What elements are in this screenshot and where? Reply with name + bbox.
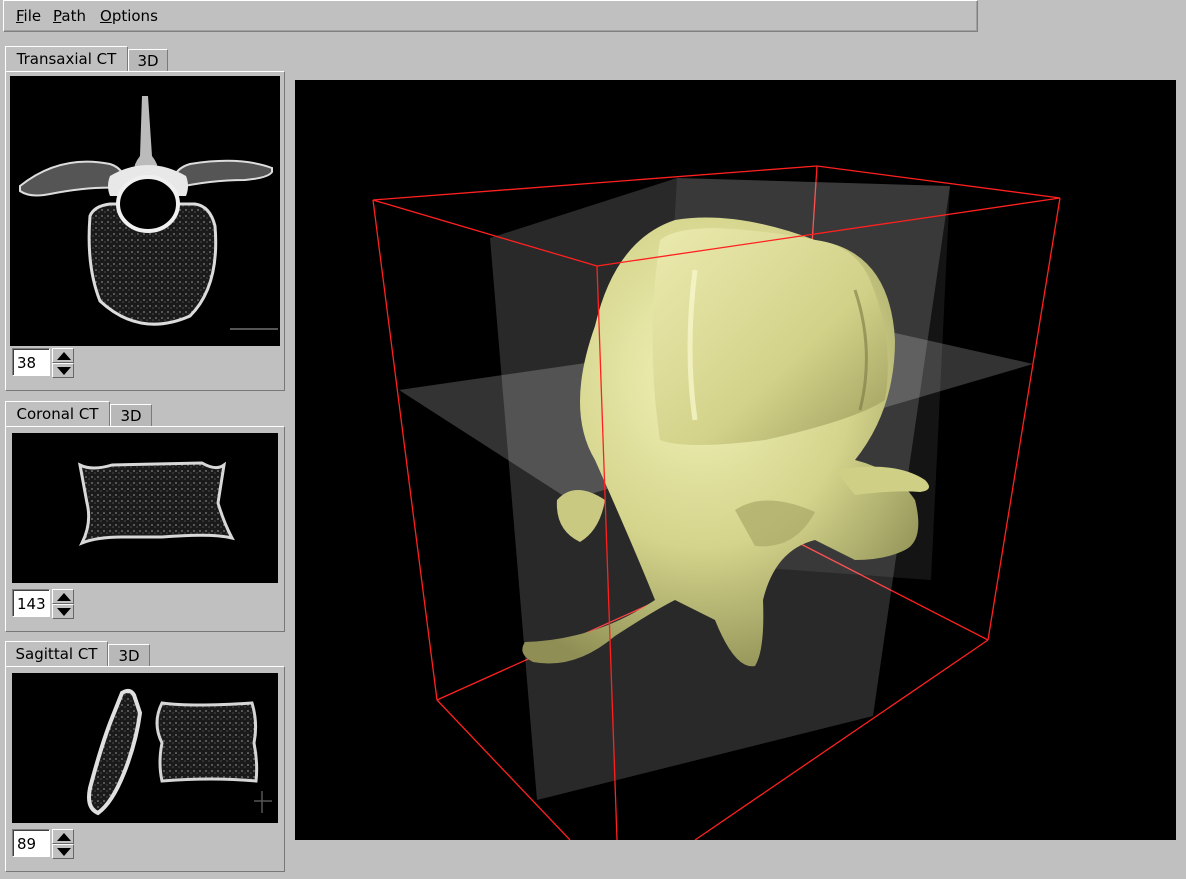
up-arrow-icon: [57, 352, 71, 360]
menu-file[interactable]: File: [16, 7, 41, 25]
sagittal-down-button[interactable]: [52, 844, 74, 859]
menu-path[interactable]: Path: [53, 7, 86, 25]
menu-path-label: ath: [61, 7, 86, 25]
tab-transaxial-3d-label: 3D: [137, 52, 159, 70]
down-arrow-icon: [57, 608, 71, 616]
transaxial-up-button[interactable]: [52, 348, 74, 363]
transaxial-frame: 38: [5, 71, 285, 391]
tab-transaxial-ct-label: Transaxial CT: [16, 50, 117, 68]
transaxial-down-button[interactable]: [52, 363, 74, 378]
tab-sagittal-ct-label: Sagittal CT: [15, 645, 98, 663]
coronal-slice-input[interactable]: 143: [12, 589, 50, 617]
tab-sagittal-3d[interactable]: 3D: [108, 644, 150, 667]
sagittal-spin-buttons: [52, 829, 74, 859]
tab-sagittal-3d-label: 3D: [118, 647, 140, 665]
sagittal-up-button[interactable]: [52, 829, 74, 844]
tab-coronal-3d-label: 3D: [120, 407, 142, 425]
coronal-down-button[interactable]: [52, 604, 74, 619]
coronal-frame: 143: [5, 426, 285, 632]
menu-options[interactable]: Options: [100, 7, 158, 25]
menu-options-label: ptions: [111, 7, 158, 25]
3d-render-view[interactable]: [295, 80, 1176, 840]
coronal-up-button[interactable]: [52, 589, 74, 604]
menu-options-mnemonic: O: [100, 7, 112, 25]
coronal-spin-buttons: [52, 589, 74, 619]
menu-file-mnemonic: F: [16, 7, 24, 25]
down-arrow-icon: [57, 848, 71, 856]
transaxial-slice-input[interactable]: 38: [12, 348, 50, 376]
menu-bar: File Path Options: [3, 0, 978, 32]
tab-coronal-ct-label: Coronal CT: [16, 405, 99, 423]
menu-file-label: ile: [23, 7, 42, 25]
sagittal-panel: Sagittal CT 3D 89: [5, 641, 285, 873]
sagittal-frame: 89: [5, 666, 285, 872]
transaxial-spin-buttons: [52, 348, 74, 378]
up-arrow-icon: [57, 593, 71, 601]
transaxial-panel: Transaxial CT 3D 38: [5, 46, 285, 393]
coronal-ct-image[interactable]: [12, 433, 278, 583]
down-arrow-icon: [57, 367, 71, 375]
tab-coronal-3d[interactable]: 3D: [110, 404, 152, 427]
coronal-panel: Coronal CT 3D 143: [5, 401, 285, 633]
tab-transaxial-3d[interactable]: 3D: [128, 49, 168, 72]
tab-coronal-ct[interactable]: Coronal CT: [5, 401, 110, 427]
tab-transaxial-ct[interactable]: Transaxial CT: [5, 46, 128, 72]
up-arrow-icon: [57, 833, 71, 841]
sagittal-ct-image[interactable]: [12, 673, 278, 823]
transaxial-ct-image[interactable]: [10, 76, 280, 346]
tab-sagittal-ct[interactable]: Sagittal CT: [5, 641, 108, 667]
sagittal-slice-input[interactable]: 89: [12, 829, 50, 857]
